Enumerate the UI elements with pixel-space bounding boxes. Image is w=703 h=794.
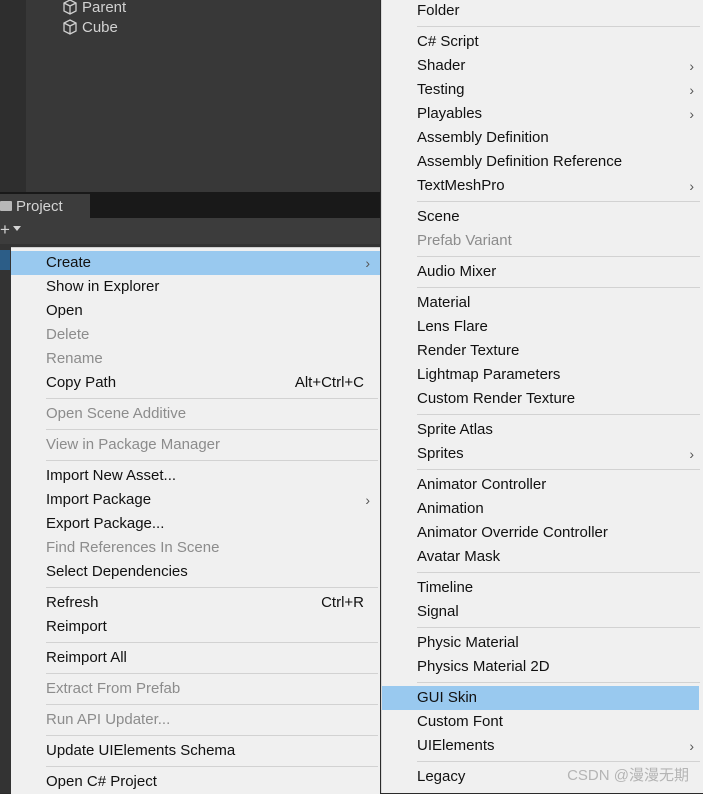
menu-item-testing[interactable]: Testing › (382, 78, 703, 102)
hierarchy-item-cube[interactable]: Cube (62, 17, 118, 37)
chevron-right-icon: › (689, 106, 694, 122)
menu-item-textmeshpro[interactable]: TextMeshPro › (382, 174, 703, 198)
menu-item-select-dependencies[interactable]: Select Dependencies (11, 560, 380, 584)
menu-item-run-api-updater: Run API Updater... (46, 711, 171, 728)
menu-item-create[interactable]: Create › (11, 251, 380, 275)
menu-item-delete: Delete (46, 326, 90, 343)
selected-row-indicator (0, 250, 10, 270)
menu-item-physics-material-2d[interactable]: Physics Material 2D (382, 655, 703, 679)
menu-item-assembly-definition[interactable]: Assembly Definition (382, 126, 703, 150)
chevron-right-icon: › (689, 58, 694, 74)
menu-item-material[interactable]: Material (382, 291, 703, 315)
menu-item-refresh[interactable]: Refresh Ctrl+R (11, 591, 380, 615)
menu-item-import-package[interactable]: Import Package › (11, 488, 380, 512)
menu-divider (417, 201, 700, 202)
menu-item-animator-controller[interactable]: Animator Controller (382, 473, 703, 497)
menu-divider (417, 682, 700, 683)
menu-divider (417, 761, 700, 762)
menu-item-playables[interactable]: Playables › (382, 102, 703, 126)
cube-icon (63, 19, 77, 35)
create-submenu: Folder C# Script Shader › Testing › Play… (381, 0, 703, 793)
menu-item-sprite-atlas[interactable]: Sprite Atlas (382, 418, 703, 442)
menu-divider (417, 627, 700, 628)
chevron-down-icon[interactable] (13, 226, 21, 231)
menu-item-show-in-explorer[interactable]: Show in Explorer (11, 275, 380, 299)
menu-item-export-package[interactable]: Export Package... (11, 512, 380, 536)
menu-divider (46, 587, 378, 588)
menu-divider (46, 642, 378, 643)
menu-item-scene[interactable]: Scene (382, 205, 703, 229)
menu-item-audio-mixer[interactable]: Audio Mixer (382, 260, 703, 284)
menu-divider (46, 429, 378, 430)
menu-item-shader[interactable]: Shader › (382, 54, 703, 78)
hierarchy-item-parent[interactable]: Parent (62, 0, 126, 17)
menu-item-open[interactable]: Open (11, 299, 380, 323)
menu-item-signal[interactable]: Signal (382, 600, 703, 624)
menu-item-timeline[interactable]: Timeline (382, 576, 703, 600)
chevron-right-icon: › (365, 492, 370, 508)
menu-item-sprites[interactable]: Sprites › (382, 442, 703, 466)
menu-item-uielements[interactable]: UIElements › (382, 734, 703, 758)
menu-item-animation[interactable]: Animation (382, 497, 703, 521)
cube-icon (63, 0, 77, 15)
hierarchy-panel (0, 0, 380, 192)
menu-item-prefab-variant: Prefab Variant (417, 232, 512, 249)
hierarchy-item-label: Cube (82, 18, 118, 36)
watermark: CSDN @漫漫无期 (567, 767, 689, 784)
menu-divider (46, 704, 378, 705)
tab-project-label: Project (16, 197, 63, 215)
menu-item-custom-render-texture[interactable]: Custom Render Texture (382, 387, 703, 411)
menu-item-copy-path[interactable]: Copy Path Alt+Ctrl+C (11, 371, 380, 395)
menu-item-custom-font[interactable]: Custom Font (382, 710, 703, 734)
shortcut-label: Alt+Ctrl+C (294, 374, 364, 391)
menu-divider (417, 572, 700, 573)
menu-item-update-uielements-schema[interactable]: Update UIElements Schema (11, 739, 380, 763)
shortcut-label: Ctrl+R (321, 594, 364, 611)
folder-icon (0, 201, 12, 211)
add-button[interactable]: + (0, 218, 10, 242)
menu-item-extract-from-prefab: Extract From Prefab (46, 680, 181, 697)
menu-divider (46, 735, 378, 736)
hierarchy-item-label: Parent (82, 0, 127, 16)
project-toolbar (0, 218, 380, 244)
menu-item-avatar-mask[interactable]: Avatar Mask (382, 545, 703, 569)
menu-item-animator-override-controller[interactable]: Animator Override Controller (382, 521, 703, 545)
menu-item-view-in-package-manager: View in Package Manager (46, 436, 220, 453)
menu-item-csharp-script[interactable]: C# Script (382, 30, 703, 54)
menu-item-lightmap-parameters[interactable]: Lightmap Parameters (382, 363, 703, 387)
chevron-right-icon: › (689, 446, 694, 462)
menu-item-lens-flare[interactable]: Lens Flare (382, 315, 703, 339)
menu-divider (46, 398, 378, 399)
chevron-right-icon: › (689, 178, 694, 194)
chevron-right-icon: › (365, 255, 370, 271)
menu-item-open-csharp-project[interactable]: Open C# Project (11, 770, 380, 794)
chevron-right-icon: › (689, 738, 694, 754)
hierarchy-gutter (0, 0, 26, 192)
menu-divider (417, 414, 700, 415)
menu-divider (417, 256, 700, 257)
menu-item-import-new-asset[interactable]: Import New Asset... (11, 464, 380, 488)
tab-project[interactable]: Project (0, 194, 90, 218)
context-menu: Create › Show in Explorer Open Delete Re… (11, 247, 380, 794)
menu-item-assembly-definition-reference[interactable]: Assembly Definition Reference (382, 150, 703, 174)
menu-item-find-references: Find References In Scene (46, 539, 220, 556)
menu-item-render-texture[interactable]: Render Texture (382, 339, 703, 363)
menu-divider (417, 26, 700, 27)
menu-divider (46, 460, 378, 461)
menu-divider (417, 287, 700, 288)
menu-divider (46, 766, 378, 767)
menu-item-open-scene-additive: Open Scene Additive (46, 405, 187, 422)
menu-divider (46, 673, 378, 674)
menu-divider (417, 469, 700, 470)
menu-item-reimport[interactable]: Reimport (11, 615, 380, 639)
menu-item-folder[interactable]: Folder (382, 0, 703, 23)
menu-item-rename: Rename (46, 350, 103, 367)
menu-item-gui-skin[interactable]: GUI Skin (382, 686, 699, 710)
chevron-right-icon: › (689, 82, 694, 98)
menu-item-reimport-all[interactable]: Reimport All (11, 646, 380, 670)
menu-item-physic-material[interactable]: Physic Material (382, 631, 703, 655)
